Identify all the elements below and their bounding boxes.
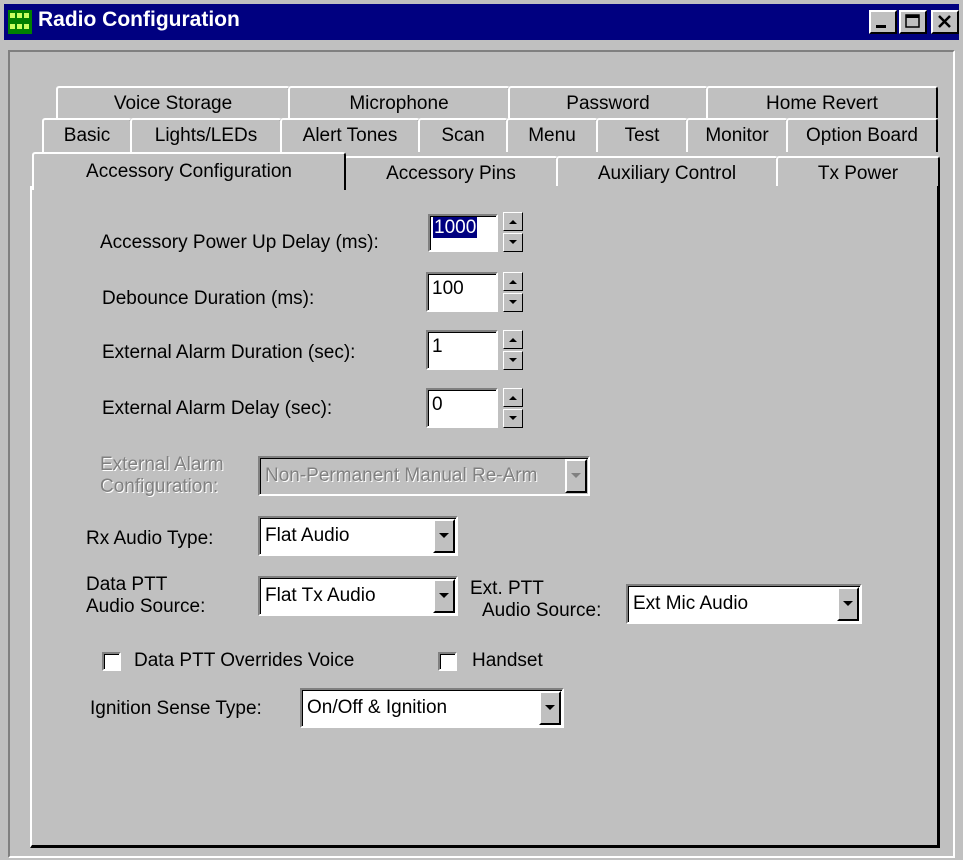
spin-down-button[interactable] [503,293,523,312]
close-icon [938,15,951,28]
tab-lights-leds[interactable]: Lights/LEDs [130,118,282,152]
minimize-icon [876,25,886,28]
ignition-sense-value: On/Off & Ignition [307,697,448,718]
tab-option-board[interactable]: Option Board [786,118,938,152]
rx-audio-value: Flat Audio [265,525,350,546]
tab-tx-power[interactable]: Tx Power [776,156,940,188]
tab-voice-storage[interactable]: Voice Storage [56,86,290,118]
arrow-up-icon [509,338,517,342]
ext-ptt-select[interactable]: Ext Mic Audio [626,584,862,624]
tab-password[interactable]: Password [508,86,708,118]
data-ptt-overrides-label[interactable]: Data PTT Overrides Voice [134,650,354,672]
alarm-duration-input[interactable]: 1 [426,330,498,370]
spin-down-button[interactable] [503,233,523,252]
tab-microphone[interactable]: Microphone [288,86,510,118]
dropdown-button [565,459,587,493]
tab-menu[interactable]: Menu [506,118,598,152]
power-up-delay-input[interactable]: 1000 [428,214,498,252]
dropdown-button[interactable] [433,519,455,553]
data-ptt-value: Flat Tx Audio [265,585,376,606]
dropdown-button[interactable] [433,579,455,613]
alarm-delay-spinner[interactable] [503,388,523,428]
ext-ptt-label-line1: Ext. PTT [470,578,544,599]
tab-auxiliary-control[interactable]: Auxiliary Control [556,156,778,188]
radio-config-app-icon [8,10,32,34]
tab-alert-tones[interactable]: Alert Tones [280,118,420,152]
spin-up-button[interactable] [503,330,523,349]
data-ptt-select[interactable]: Flat Tx Audio [258,576,458,616]
spin-up-button[interactable] [503,388,523,407]
spin-up-button[interactable] [503,272,523,291]
debounce-spinner[interactable] [503,272,523,312]
handset-checkbox[interactable] [438,652,457,671]
arrow-up-icon [509,396,517,400]
alarm-config-select: Non-Permanent Manual Re-Arm [258,456,590,496]
tab-monitor[interactable]: Monitor [686,118,788,152]
close-button[interactable] [931,10,959,34]
alarm-config-label-line1: External Alarm [100,454,224,475]
alarm-config-value: Non-Permanent Manual Re-Arm [265,465,538,486]
alarm-delay-label: External Alarm Delay (sec): [102,398,333,419]
alarm-config-label-line2: Configuration: [100,476,219,497]
tab-accessory-configuration[interactable]: Accessory Configuration [32,152,346,190]
dropdown-button[interactable] [539,691,561,725]
arrow-down-icon [509,358,517,362]
arrow-down-icon [509,300,517,304]
arrow-down-icon [509,240,517,244]
data-ptt-overrides-checkbox[interactable] [102,652,121,671]
dropdown-button[interactable] [837,587,859,621]
alarm-delay-input[interactable]: 0 [426,388,498,428]
rx-audio-label: Rx Audio Type: [86,528,214,549]
spin-up-button[interactable] [503,212,523,231]
alarm-duration-label: External Alarm Duration (sec): [102,342,356,363]
spin-down-button[interactable] [503,351,523,370]
tab-basic[interactable]: Basic [42,118,132,152]
chevron-down-icon [571,473,581,478]
title-bar[interactable]: Radio Configuration [4,4,959,40]
ignition-sense-label: Ignition Sense Type: [90,698,262,719]
arrow-up-icon [509,220,517,224]
power-up-delay-spinner[interactable] [503,212,523,252]
window-title: Radio Configuration [38,8,240,31]
maximize-icon [905,14,920,28]
tab-accessory-pins[interactable]: Accessory Pins [344,156,558,188]
ext-ptt-value: Ext Mic Audio [633,593,749,614]
handset-label[interactable]: Handset [472,650,543,672]
power-up-delay-label: Accessory Power Up Delay (ms): [100,232,379,253]
rx-audio-select[interactable]: Flat Audio [258,516,458,556]
spin-down-button[interactable] [503,409,523,428]
tab-home-revert[interactable]: Home Revert [706,86,938,118]
ext-ptt-label-line2: Audio Source: [482,600,602,621]
tab-scan[interactable]: Scan [418,118,508,152]
chevron-down-icon [439,593,449,598]
alarm-duration-spinner[interactable] [503,330,523,370]
minimize-button[interactable] [869,10,897,34]
chevron-down-icon [843,601,853,606]
maximize-button[interactable] [899,10,927,34]
chevron-down-icon [545,705,555,710]
data-ptt-label-line1: Data PTT [86,574,168,595]
arrow-down-icon [509,416,517,420]
chevron-down-icon [439,533,449,538]
debounce-input[interactable]: 100 [426,272,498,312]
data-ptt-label-line2: Audio Source: [86,596,206,617]
radio-configuration-window: Radio Configuration Voice Storage Microp… [0,0,963,860]
arrow-up-icon [509,280,517,284]
debounce-label: Debounce Duration (ms): [102,288,315,309]
tab-test[interactable]: Test [596,118,688,152]
ignition-sense-select[interactable]: On/Off & Ignition [300,688,564,728]
